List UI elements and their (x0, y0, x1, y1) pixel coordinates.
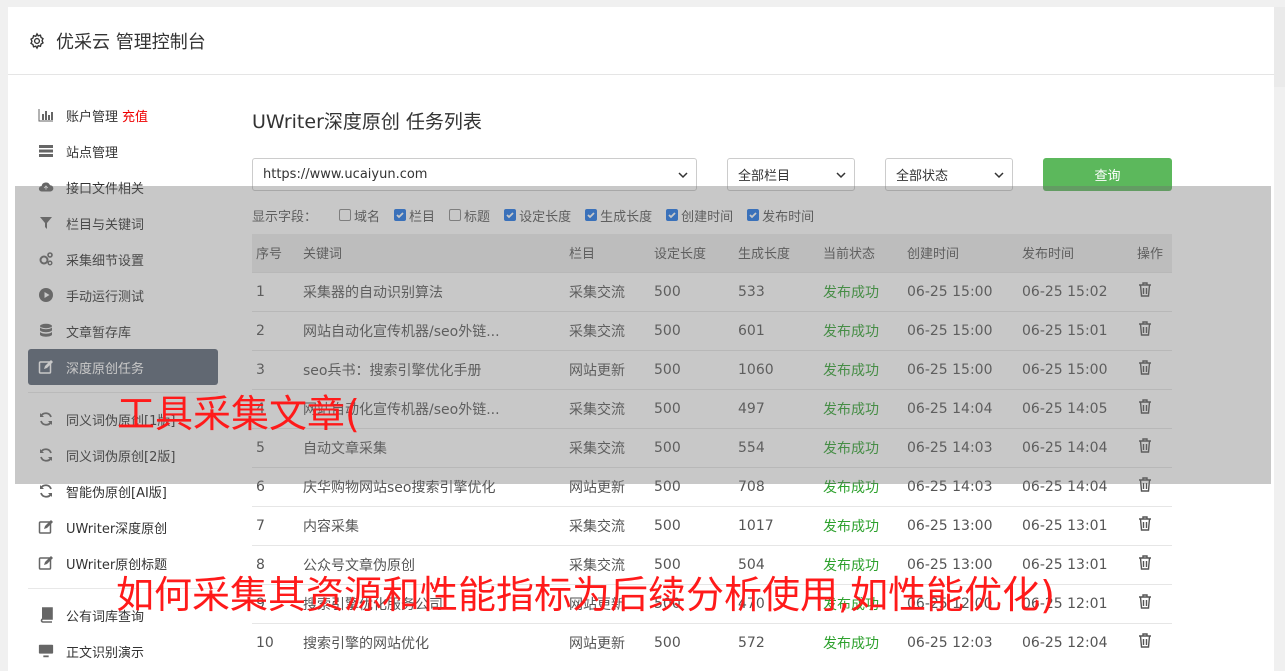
table-cell: 06-25 12:03 (903, 622, 1018, 662)
chevron-down-icon (836, 172, 846, 179)
action-cell (1133, 583, 1172, 623)
scrollbar[interactable] (1274, 7, 1285, 87)
edit-icon (38, 555, 54, 571)
trash-icon[interactable] (1137, 515, 1153, 532)
sidebar-item[interactable]: 站点管理 (28, 133, 218, 169)
sidebar-item[interactable]: UWriter深度原创 (28, 509, 218, 545)
sidebar-item-label: 站点管理 (66, 145, 119, 161)
table-cell: 500 (650, 622, 734, 662)
recharge-link[interactable]: 充值 (122, 106, 148, 125)
gray-overlay-band (15, 186, 1271, 484)
sidebar-item-label: 智能伪原创[AI版] (66, 485, 167, 501)
refresh-icon (38, 483, 54, 499)
action-cell (1133, 505, 1172, 545)
table-cell: 发布成功 (819, 505, 903, 545)
table-cell: 10 (252, 622, 299, 662)
sidebar-item[interactable]: 账户管理 充值 (28, 97, 218, 133)
table-cell: 1017 (734, 505, 819, 545)
table-cell: 网站更新 (565, 622, 650, 662)
page-title: UWriter深度原创 任务列表 (252, 111, 482, 133)
sidebar-item-label: 账户管理 (66, 109, 119, 125)
trash-icon[interactable] (1137, 554, 1153, 571)
table-cell: 06-25 13:00 (903, 505, 1018, 545)
table-cell: 572 (734, 622, 819, 662)
book-icon (38, 607, 54, 623)
edit-icon (38, 519, 54, 535)
table-cell: 搜索引擎的网站优化 (299, 622, 565, 662)
bar-chart-icon (38, 107, 54, 123)
table-row: 10 搜索引擎的网站优化 网站更新 500 572 发布成功 06-25 12:03 06-2… (252, 622, 1172, 662)
action-cell (1133, 622, 1172, 662)
chevron-down-icon (994, 172, 1004, 179)
table-cell: 7 (252, 505, 299, 545)
watermark-text-1: 工具采集文章( (117, 392, 360, 436)
table-cell: 06-25 12:04 (1018, 622, 1133, 662)
trash-icon[interactable] (1137, 632, 1153, 649)
app-title: 优采云 管理控制台 (56, 31, 206, 53)
sidebar-item-label: 正文识别演示 (66, 645, 145, 661)
table-cell: 发布成功 (819, 622, 903, 662)
header: 优采云 管理控制台 (8, 7, 1274, 75)
sidebar-item-label: UWriter深度原创 (66, 521, 168, 537)
table-cell: 06-25 13:01 (1018, 505, 1133, 545)
sidebar-item[interactable]: 正文识别演示 (28, 633, 218, 669)
monitor-icon (38, 643, 54, 659)
action-cell (1133, 544, 1172, 584)
table-cell: 采集交流 (565, 505, 650, 545)
server-icon (38, 143, 54, 159)
site-select-value: https://www.ucaiyun.com (263, 167, 428, 182)
table-row: 7 内容采集 采集交流 500 1017 发布成功 06-25 13:00 06-25 13:… (252, 505, 1172, 545)
table-cell: 内容采集 (299, 505, 565, 545)
column-select-value: 全部栏目 (738, 169, 791, 184)
table-cell: 500 (650, 505, 734, 545)
trash-icon[interactable] (1137, 593, 1153, 610)
gear-icon (30, 31, 44, 50)
chevron-down-icon (678, 172, 688, 179)
status-select-value: 全部状态 (896, 169, 949, 184)
watermark-text-2: 如何采集其资源和性能指标为后续分析使用,如性能优化) (116, 573, 1055, 617)
